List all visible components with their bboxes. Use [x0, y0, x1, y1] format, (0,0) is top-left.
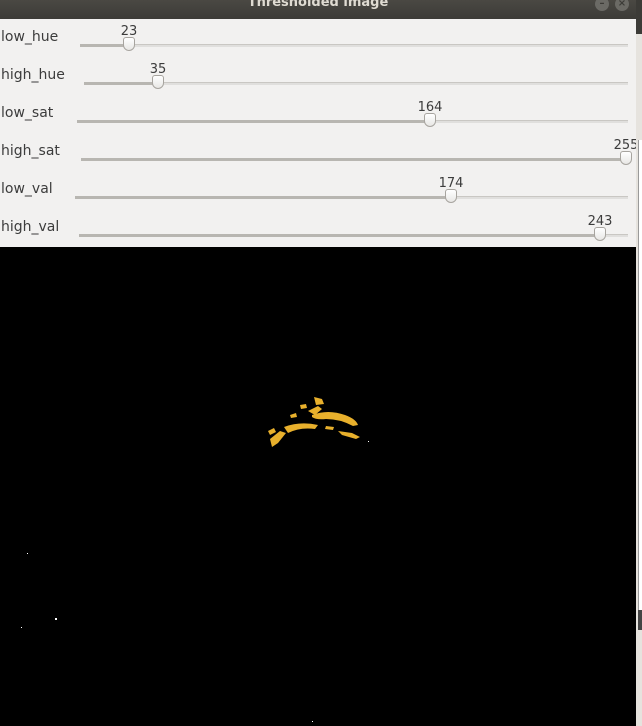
trackbar-high-hue[interactable]: 35	[84, 62, 628, 89]
trackbar-thumb[interactable]	[424, 113, 436, 127]
trackbar-low-sat[interactable]: 164	[77, 100, 628, 127]
title-bar[interactable]: Thresholded image – ×	[0, 0, 636, 19]
trackbar-fill	[79, 234, 600, 237]
trackbar-value: 243	[587, 214, 613, 229]
trackbar-thumb[interactable]	[594, 227, 606, 241]
trackbar-fill	[75, 196, 451, 199]
trackbar-panel: low_hue 23 high_hue 35 low_sat 164 high_…	[0, 19, 638, 247]
trackbar-row-low-val: low_val 174	[0, 171, 636, 209]
trackbar-label: high_hue	[1, 67, 65, 83]
trackbar-low-val[interactable]: 174	[75, 176, 628, 203]
trackbar-value: 255	[613, 138, 639, 153]
window-title: Thresholded image	[247, 0, 389, 10]
thresholded-mask-image	[0, 247, 636, 726]
trackbar-value: 23	[120, 24, 138, 39]
background-window-control	[638, 610, 642, 630]
background-window-edge	[636, 0, 642, 726]
trackbar-fill	[84, 82, 158, 85]
trackbar-thumb[interactable]	[620, 151, 632, 165]
trackbar-row-low-sat: low_sat 164	[0, 95, 636, 133]
trackbar-label: low_sat	[1, 105, 54, 121]
trackbar-row-high-hue: high_hue 35	[0, 57, 636, 95]
trackbar-row-high-sat: high_sat 255	[0, 133, 638, 171]
trackbar-row-high-val: high_val 243	[0, 209, 636, 247]
trackbar-thumb[interactable]	[445, 189, 457, 203]
thresholded-image-window: Thresholded image – × low_hue 23 high_hu…	[0, 0, 638, 726]
trackbar-high-val[interactable]: 243	[79, 214, 628, 241]
trackbar-value: 164	[417, 100, 443, 115]
background-window-panel	[638, 140, 642, 630]
trackbar-thumb[interactable]	[152, 75, 164, 89]
trackbar-label: high_val	[1, 219, 60, 235]
trackbar-thumb[interactable]	[123, 37, 135, 51]
trackbar-value: 35	[149, 62, 167, 77]
background-window-titlebar	[636, 0, 642, 34]
trackbar-label: high_sat	[1, 143, 60, 159]
trackbar-fill	[77, 120, 430, 123]
trackbar-row-low-hue: low_hue 23	[0, 19, 636, 57]
trackbar-label: low_val	[1, 181, 53, 197]
trackbar-fill	[81, 158, 626, 161]
mask-blob	[21, 397, 369, 722]
trackbar-value: 174	[438, 176, 464, 191]
trackbar-label: low_hue	[1, 29, 59, 45]
trackbar-fill	[80, 44, 129, 47]
trackbar-low-hue[interactable]: 23	[80, 24, 628, 51]
trackbar-high-sat[interactable]: 255	[81, 138, 638, 165]
